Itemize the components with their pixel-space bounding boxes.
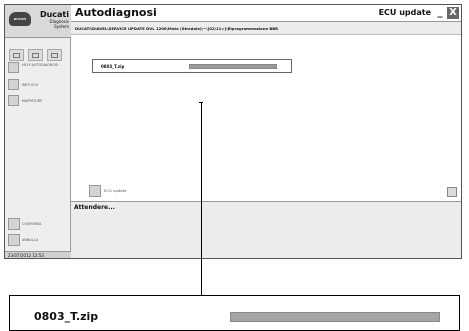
toolbar-button-3[interactable] — [47, 49, 62, 61]
toolbar — [9, 46, 66, 61]
cancel-button[interactable]: ANNULLA — [8, 234, 68, 247]
main-content: 0803_T.zip ECU update — [71, 35, 461, 203]
file-name: 0803_T.zip — [101, 64, 125, 69]
info-icon — [8, 79, 19, 90]
datetime: 23/07/2012 12:53 — [5, 251, 71, 258]
zoom-progress-fill — [231, 313, 439, 321]
file-progress-bar — [189, 64, 277, 69]
cancel-label: ANNULLA — [22, 238, 39, 242]
status-panel: Attendere... — [71, 201, 461, 258]
brand-subtitle: Diagnosis System — [49, 19, 69, 29]
ecu-update-button[interactable]: ECU update — [89, 185, 169, 198]
page-title: Autodiagnosi — [75, 6, 157, 19]
confirm-icon — [8, 218, 20, 230]
ecu-update-label: ECU update — [104, 188, 127, 193]
title-bar: Autodiagnosi ECU update _ X — [71, 5, 461, 22]
breadcrumb: DUCATI\DIAVEL\SERVICE UPDATE DVL 1200\Mo… — [71, 22, 461, 35]
zoom-file-name: 0803_T.zip — [34, 310, 99, 323]
zoom-progress-bar — [230, 312, 440, 322]
confirm-button[interactable]: CONFERMA — [8, 218, 68, 231]
brand-block: DUCATI Ducati Diagnosis System — [5, 5, 71, 38]
callout-line — [201, 102, 202, 296]
cancel-icon — [8, 234, 20, 246]
toolbar-button-1[interactable] — [9, 49, 24, 61]
confirm-label: CONFERMA — [22, 222, 42, 226]
toolbar-button-2[interactable] — [28, 49, 43, 61]
sidebar-item-label: MAPPATURE — [22, 99, 43, 103]
map-icon — [8, 95, 19, 106]
brand-text: Ducati Diagnosis System — [35, 10, 69, 29]
zoom-callout: 0803_T.zip — [9, 295, 460, 331]
toolbar-icon-1 — [13, 53, 20, 58]
file-row: 0803_T.zip — [92, 59, 292, 73]
minimize-button[interactable]: _ — [435, 8, 445, 19]
sidebar-item-label: INFO ECU — [22, 83, 39, 87]
settings-icon[interactable] — [447, 187, 457, 197]
toolbar-icon-2 — [32, 53, 39, 58]
sidebar: DUCATI Ducati Diagnosis System HELP AUTO… — [5, 5, 71, 258]
toolbar-icon-3 — [51, 53, 58, 58]
sidebar-item-mappature[interactable]: MAPPATURE — [8, 95, 68, 107]
ecu-update-icon — [89, 185, 101, 197]
file-progress-fill — [190, 65, 276, 68]
sidebar-item-label: HELP AUTODIAGNOSI — [22, 63, 59, 67]
mode-label: ECU update — [378, 8, 431, 17]
sidebar-item-info-ecu[interactable]: INFO ECU — [8, 79, 68, 91]
brand-name: Ducati — [39, 10, 69, 19]
sidebar-item-help[interactable]: HELP AUTODIAGNOSI — [8, 62, 68, 74]
close-button[interactable]: X — [447, 7, 459, 19]
ducati-logo-icon: DUCATI — [9, 12, 31, 26]
help-icon — [8, 62, 19, 73]
status-text: Attendere... — [74, 204, 115, 211]
diagnosis-screen: DUCATI Ducati Diagnosis System HELP AUTO… — [4, 4, 462, 259]
callout-tick — [199, 102, 203, 103]
